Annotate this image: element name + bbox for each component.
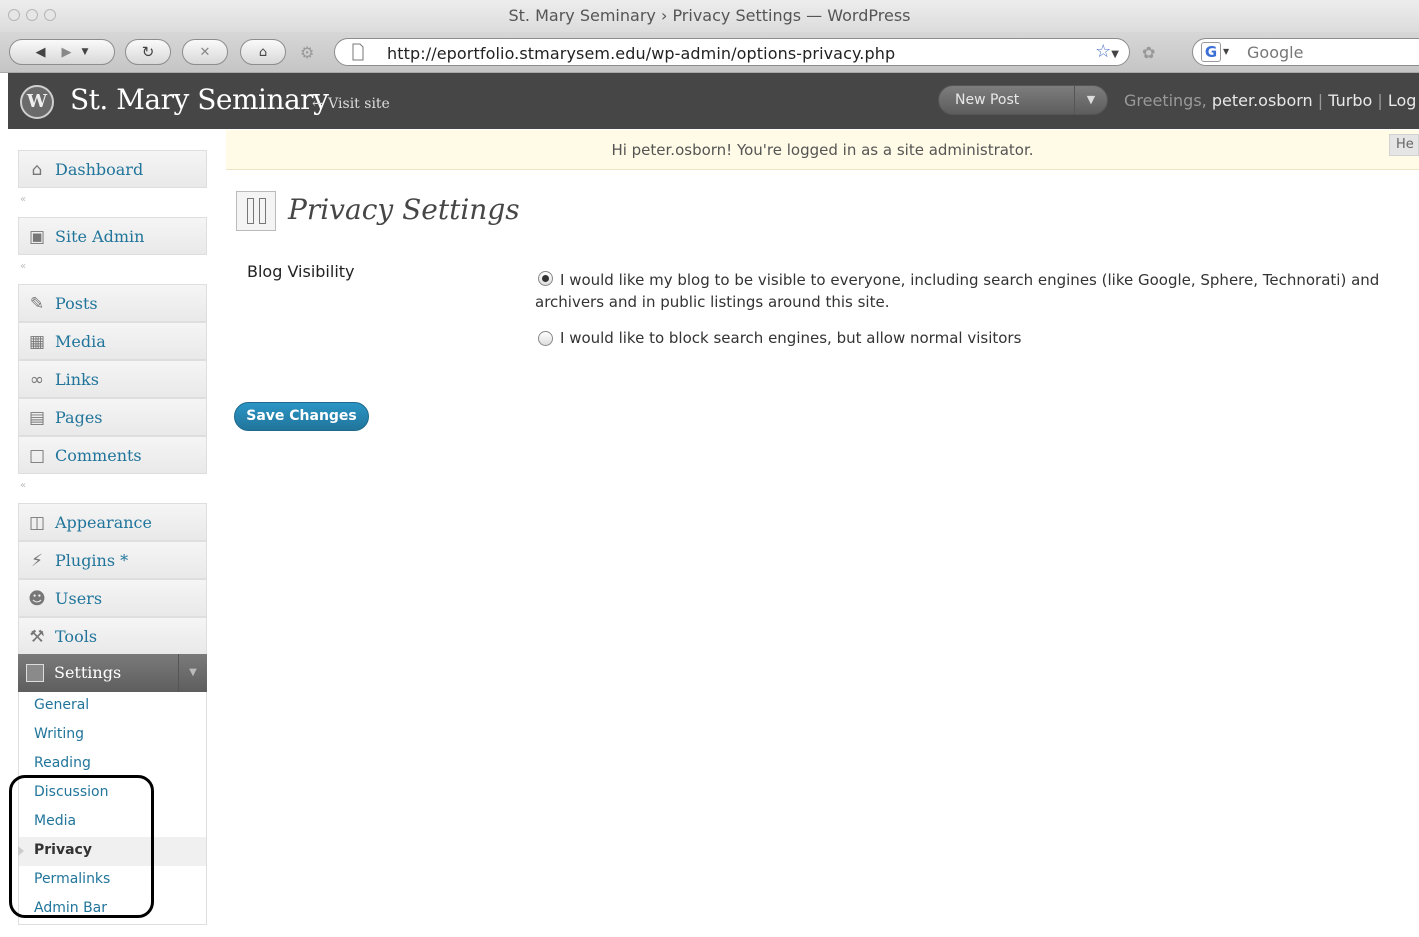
- block-search-engines-radio[interactable]: [538, 331, 553, 346]
- posts-icon: ✎: [29, 294, 45, 314]
- sidebar-item-label: Pages: [55, 408, 103, 427]
- plugins-icon: ⚡: [31, 551, 43, 571]
- search-placeholder: Google: [1247, 43, 1304, 62]
- sidebar-item-posts[interactable]: ✎ Posts: [18, 284, 207, 322]
- wordpress-logo-icon: W: [20, 85, 54, 119]
- users-icon: ☻: [28, 589, 46, 609]
- sidebar-item-label: Users: [55, 589, 103, 608]
- url-bar[interactable]: http://eportfolio.stmarysem.edu/wp-admin…: [334, 38, 1130, 66]
- settings-icon: [26, 664, 44, 682]
- new-post-button[interactable]: New Post ▼: [938, 85, 1108, 115]
- sidebar-item-label: Settings: [54, 663, 122, 682]
- pages-icon: ▤: [28, 408, 46, 428]
- dashboard-icon: ⌂: [31, 160, 43, 180]
- stop-button[interactable]: ✕: [182, 39, 228, 65]
- submenu-item-label: Writing: [34, 726, 84, 742]
- submenu-item-label: General: [34, 697, 90, 713]
- history-dropdown-icon[interactable]: ▼: [82, 47, 89, 57]
- search-engine-icon[interactable]: G: [1201, 42, 1221, 62]
- settings-page-icon: [236, 191, 276, 231]
- window-title: St. Mary Seminary › Privacy Settings — W…: [508, 6, 911, 25]
- sidebar-item-label: Plugins *: [55, 551, 129, 570]
- media-icon: ▦: [28, 332, 46, 352]
- sidebar-item-users[interactable]: ☻ Users: [18, 579, 207, 617]
- stop-icon: ✕: [199, 44, 211, 60]
- sidebar-item-comments[interactable]: □ Comments: [18, 436, 207, 474]
- gear-icon[interactable]: ⚙: [300, 43, 314, 62]
- sidebar-item-label: Dashboard: [55, 160, 144, 179]
- chevron-down-icon[interactable]: ▼: [1074, 86, 1107, 114]
- sidebar-item-label: Tools: [55, 627, 98, 646]
- submenu-item-writing[interactable]: Writing: [19, 721, 206, 750]
- sidebar-item-pages[interactable]: ▤ Pages: [18, 398, 207, 436]
- divider: |: [1317, 91, 1324, 110]
- menu-separator[interactable]: «: [18, 194, 207, 210]
- save-changes-button[interactable]: Save Changes: [234, 402, 369, 431]
- home-button[interactable]: ⌂: [240, 39, 286, 65]
- submenu-item-general[interactable]: General: [19, 692, 206, 721]
- appearance-icon: ◫: [28, 513, 46, 533]
- forward-icon[interactable]: ▶: [62, 45, 72, 60]
- back-forward-group: ◀ ▶ ▼: [9, 39, 115, 65]
- visible-option-label[interactable]: I would like my blog to be visible to ev…: [535, 269, 1405, 313]
- wp-admin-header: W St. Mary Seminary ← Visit site New Pos…: [8, 73, 1419, 129]
- new-post-label: New Post: [955, 92, 1020, 108]
- search-field[interactable]: G ▼ Google: [1192, 38, 1419, 66]
- block-option-label[interactable]: I would like to block search engines, bu…: [560, 329, 1021, 347]
- menu-separator[interactable]: «: [18, 261, 207, 277]
- sidebar-item-label: Site Admin: [55, 227, 145, 246]
- bookmark-star-icon[interactable]: ☆▼: [1095, 41, 1119, 62]
- sidebar-item-media[interactable]: ▦ Media: [18, 322, 207, 360]
- help-tab[interactable]: He: [1389, 134, 1419, 156]
- submenu-item-label: Reading: [34, 755, 91, 771]
- window-titlebar: St. Mary Seminary › Privacy Settings — W…: [0, 0, 1419, 32]
- sidebar-item-site-admin[interactable]: ▣ Site Admin: [18, 217, 207, 255]
- turbo-link[interactable]: Turbo: [1328, 91, 1372, 110]
- page-icon: [352, 43, 364, 61]
- reload-icon: ↻: [141, 43, 155, 61]
- highlight-annotation: [9, 775, 154, 918]
- sidebar-item-settings[interactable]: Settings ▼: [18, 654, 207, 692]
- sidebar-item-label: Posts: [55, 294, 98, 313]
- sidebar-item-appearance[interactable]: ◫ Appearance: [18, 503, 207, 541]
- blog-visibility-label: Blog Visibility: [247, 262, 355, 281]
- url-text: http://eportfolio.stmarysem.edu/wp-admin…: [387, 44, 896, 63]
- divider: |: [1377, 91, 1383, 110]
- greetings-prefix: Greetings,: [1124, 91, 1207, 110]
- visible-to-everyone-radio[interactable]: [538, 271, 553, 286]
- admin-notice: Hi peter.osborn! You're logged in as a s…: [226, 130, 1419, 170]
- sidebar-item-plugins[interactable]: ⚡ Plugins *: [18, 541, 207, 579]
- page-title: Privacy Settings: [288, 193, 520, 226]
- sidebar-item-label: Appearance: [55, 513, 152, 532]
- sidebar-item-tools[interactable]: ⚒ Tools: [18, 617, 207, 655]
- sidebar-item-label: Comments: [55, 446, 142, 465]
- visit-site-link[interactable]: ← Visit site: [312, 96, 390, 112]
- comments-icon: □: [28, 446, 46, 466]
- username-link[interactable]: peter.osborn: [1212, 91, 1313, 110]
- sidebar-item-label: Links: [55, 370, 99, 389]
- sidebar-item-links[interactable]: ∞ Links: [18, 360, 207, 398]
- menu-separator[interactable]: «: [18, 480, 207, 496]
- sidebar-item-dashboard[interactable]: ⌂ Dashboard: [18, 150, 207, 188]
- links-icon: ∞: [29, 370, 45, 390]
- logout-link[interactable]: Log: [1388, 91, 1417, 110]
- chevron-down-icon[interactable]: ▼: [178, 654, 207, 692]
- reload-button[interactable]: ↻: [125, 39, 171, 65]
- back-icon[interactable]: ◀: [36, 45, 46, 60]
- user-greeting: Greetings, peter.osborn | Turbo | Log: [1124, 91, 1416, 110]
- slider-bar-icon: [247, 198, 254, 224]
- notice-text: Hi peter.osborn! You're logged in as a s…: [611, 141, 1034, 159]
- browser-toolbar: ◀ ▶ ▼ ↻ ✕ ⌂ ⚙ http://eportfolio.stmaryse…: [0, 32, 1419, 73]
- search-engine-dropdown-icon[interactable]: ▼: [1223, 47, 1229, 56]
- site-admin-icon: ▣: [28, 227, 46, 247]
- slider-bar-icon: [259, 198, 266, 224]
- tools-icon: ⚒: [29, 627, 45, 647]
- sidebar-item-label: Media: [55, 332, 106, 351]
- site-title[interactable]: St. Mary Seminary: [70, 83, 329, 116]
- extension-icon[interactable]: ✿: [1142, 43, 1155, 62]
- home-icon: ⌂: [258, 44, 268, 60]
